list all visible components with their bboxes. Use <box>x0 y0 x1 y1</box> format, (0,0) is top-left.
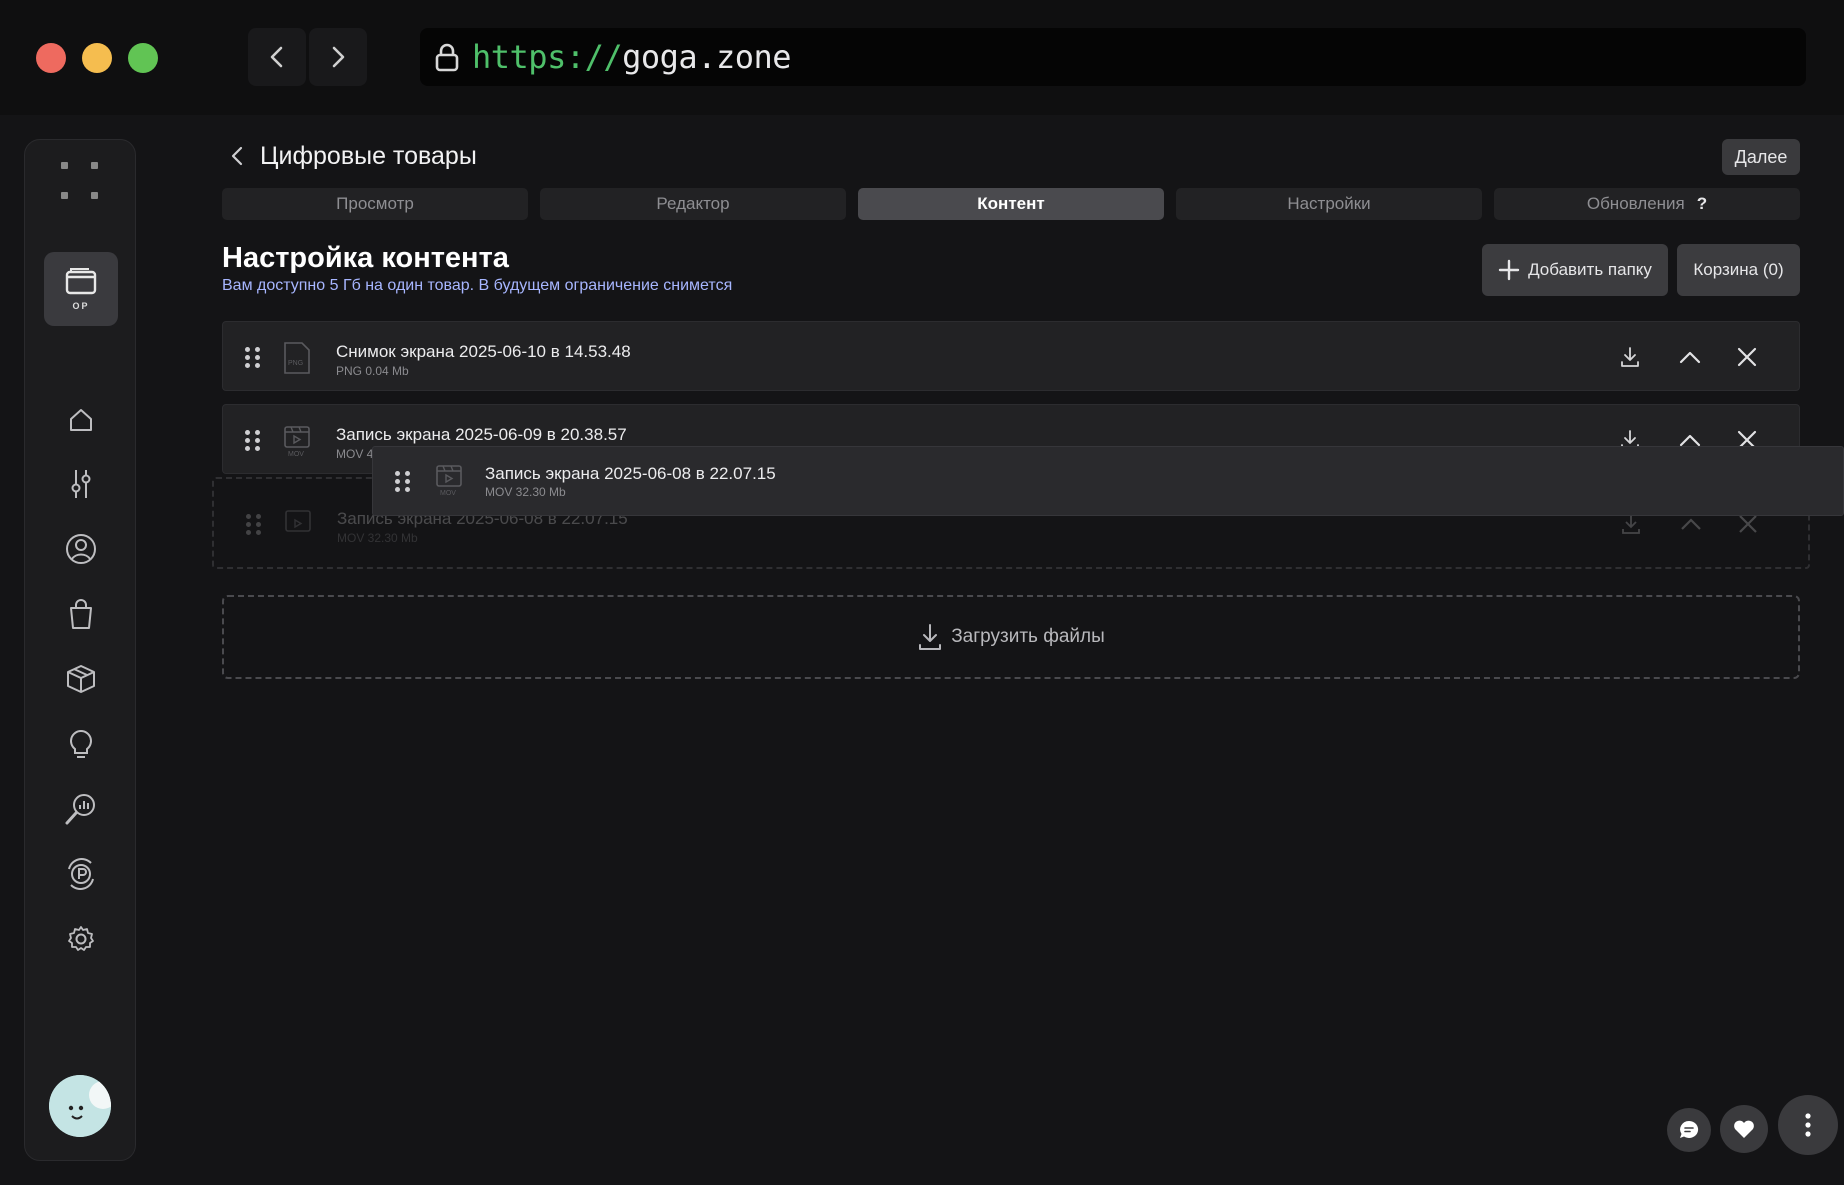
box-icon <box>67 665 95 693</box>
upload-label: Загрузить файлы <box>951 626 1105 647</box>
chevron-up-icon <box>1679 434 1701 447</box>
drag-handle-icon[interactable] <box>245 430 261 452</box>
sidebar-item-shop[interactable] <box>64 597 98 631</box>
section-subtitle: Вам доступно 5 Гб на один товар. В будущ… <box>222 277 733 294</box>
sidebar-item-ideas[interactable] <box>64 727 98 761</box>
url-scheme: https:// <box>472 38 623 76</box>
chevron-right-icon <box>332 46 345 68</box>
tab-preview[interactable]: Просмотр <box>222 188 528 220</box>
bag-icon <box>70 599 92 629</box>
svg-text:MOV: MOV <box>440 490 456 497</box>
plus-icon <box>1498 259 1520 281</box>
avatar[interactable] <box>49 1075 111 1137</box>
maximize-window-button[interactable] <box>128 43 158 73</box>
section-title: Настройка контента <box>222 242 509 274</box>
page-title: Цифровые товары <box>260 142 477 170</box>
logo-icon <box>61 162 101 202</box>
sidebar-item-home[interactable] <box>64 403 98 437</box>
add-folder-button[interactable]: Добавить папку <box>1482 244 1668 296</box>
browser-back-button[interactable] <box>248 28 306 86</box>
sidebar-item-profile[interactable] <box>64 532 98 566</box>
file-meta: MOV 32.30 Mb <box>337 531 418 545</box>
app-tile-label: OP <box>72 301 90 311</box>
next-button[interactable]: Далее <box>1722 139 1800 175</box>
dragging-file-row[interactable]: MOV Запись экрана 2025-06-08 в 22.07.15 … <box>372 446 1844 516</box>
file-row: PNG Снимок экрана 2025-06-10 в 14.53.48 … <box>222 321 1800 391</box>
file-meta: MOV 32.30 Mb <box>485 485 566 499</box>
video-file-icon: MOV <box>436 465 462 497</box>
sidebar-item-settings[interactable] <box>64 922 98 956</box>
move-up-button[interactable] <box>1677 344 1703 370</box>
close-icon <box>1737 347 1757 367</box>
sliders-icon <box>71 470 91 498</box>
browser-chrome: https://goga.zone <box>0 0 1844 115</box>
avatar-face-icon <box>49 1075 111 1137</box>
tab-settings[interactable]: Настройки <box>1176 188 1482 220</box>
address-bar[interactable]: https://goga.zone <box>420 28 1806 86</box>
png-file-icon: PNG <box>284 342 310 374</box>
trash-button[interactable]: Корзина (0) <box>1677 244 1800 296</box>
drag-handle-icon[interactable] <box>245 347 261 369</box>
chevron-up-icon <box>1681 518 1701 530</box>
more-vertical-icon <box>1805 1113 1811 1137</box>
file-meta: PNG 0.04 Mb <box>336 364 409 378</box>
url-host: goga.zone <box>622 38 792 76</box>
page-back-button[interactable] <box>222 139 252 173</box>
heart-icon <box>1734 1120 1754 1138</box>
sidebar: OP <box>24 139 136 1161</box>
remove-file-button[interactable] <box>1734 344 1760 370</box>
more-options-button[interactable] <box>1778 1095 1838 1155</box>
sidebar-item-payments[interactable] <box>64 857 98 891</box>
file-name: Снимок экрана 2025-06-10 в 14.53.48 <box>336 342 631 361</box>
chevron-left-icon <box>270 46 283 68</box>
minimize-window-button[interactable] <box>82 43 112 73</box>
gear-icon <box>68 926 94 951</box>
sidebar-item-products[interactable] <box>64 662 98 696</box>
tab-updates[interactable]: Обновления ? <box>1494 188 1800 220</box>
user-icon <box>66 534 96 564</box>
chevron-up-icon <box>1679 351 1701 364</box>
browser-forward-button[interactable] <box>309 28 367 86</box>
drag-handle-icon[interactable] <box>395 471 411 493</box>
close-icon <box>1739 515 1757 533</box>
lock-icon <box>435 43 459 72</box>
file-name: Запись экрана 2025-06-09 в 20.38.57 <box>336 425 627 444</box>
url-text: https://goga.zone <box>472 38 792 76</box>
tab-content[interactable]: Контент <box>858 188 1164 220</box>
favorite-button[interactable] <box>1720 1105 1768 1153</box>
chat-icon <box>1680 1120 1699 1138</box>
help-badge[interactable]: ? <box>1697 194 1707 214</box>
download-icon <box>919 624 942 650</box>
drag-handle-icon <box>246 514 262 536</box>
download-button[interactable] <box>1617 344 1643 370</box>
sidebar-item-filters[interactable] <box>64 467 98 501</box>
sidebar-item-analytics[interactable] <box>64 792 98 826</box>
wallet-icon <box>65 268 97 295</box>
close-window-button[interactable] <box>36 43 66 73</box>
lightbulb-icon <box>70 729 92 758</box>
tab-updates-label: Обновления <box>1586 194 1685 213</box>
download-icon <box>1621 347 1639 367</box>
coin-icon <box>68 858 94 890</box>
download-icon <box>1622 515 1640 534</box>
chat-button[interactable] <box>1667 1108 1711 1152</box>
tab-bar: Просмотр Редактор Контент Настройки Обно… <box>222 188 1800 220</box>
app-tile-button[interactable]: OP <box>44 252 118 326</box>
search-chart-icon <box>65 794 95 825</box>
svg-text:PNG: PNG <box>288 360 303 367</box>
add-folder-label: Добавить папку <box>1528 260 1652 279</box>
upload-dropzone[interactable]: Загрузить файлы <box>222 595 1800 679</box>
home-icon <box>70 409 92 431</box>
tab-editor[interactable]: Редактор <box>540 188 846 220</box>
file-name: Запись экрана 2025-06-08 в 22.07.15 <box>485 464 776 483</box>
chevron-left-icon <box>231 146 243 166</box>
video-file-icon <box>285 510 311 532</box>
svg-text:MOV: MOV <box>288 451 304 458</box>
video-file-icon: MOV <box>284 426 310 458</box>
